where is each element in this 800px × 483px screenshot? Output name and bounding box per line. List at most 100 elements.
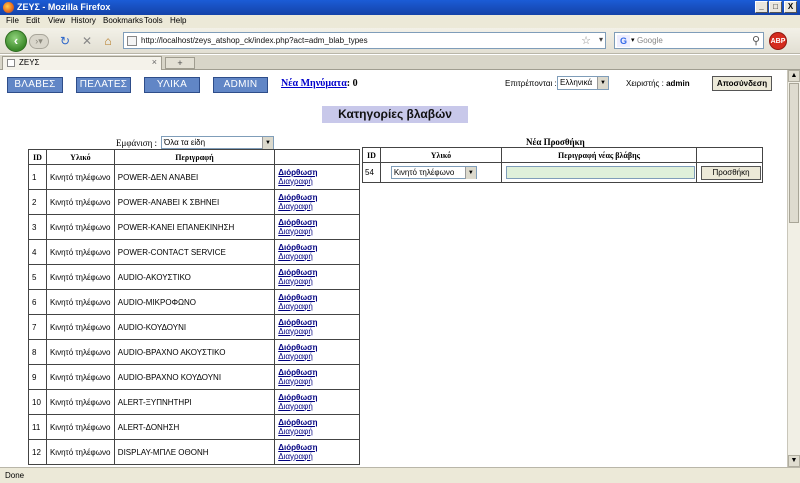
row-description: AUDIO-ΒΡΑΧΝΟ ΑΚΟΥΣΤΙΚΟ [113,339,276,365]
url-dropdown-icon[interactable]: ▾ [599,35,603,44]
row-id: 5 [28,264,47,290]
filter-select[interactable]: Όλα τα είδη ▼ [161,136,274,149]
delete-link[interactable]: Διαγραφή [278,327,359,336]
menu-edit[interactable]: Edit [26,16,40,25]
delete-link[interactable]: Διαγραφή [278,402,359,411]
delete-link[interactable]: Διαγραφή [278,277,359,286]
edit-link[interactable]: Διόρθωση [278,368,359,377]
menu-view[interactable]: View [48,16,65,25]
row-material: Κινητό τηλέφωνο [45,439,115,465]
table-row: 11 Κινητό τηλέφωνο ALERT-ΔΟΝΗΣΗ Διόρθωση Δια… [28,414,360,440]
edit-link[interactable]: Διόρθωση [278,343,359,352]
close-tab-icon[interactable]: × [152,57,157,67]
edit-link[interactable]: Διόρθωση [278,443,359,452]
edit-link[interactable]: Διόρθωση [278,193,359,202]
table-row: 10 Κινητό τηλέφωνο ALERT-ΞΥΠΝΗΤΗΡΙ Διόρθωση… [28,389,360,415]
edit-link[interactable]: Διόρθωση [278,318,359,327]
user-name: admin [666,79,690,88]
window-title: ΖΕΥΣ - Mozilla Firefox [17,2,111,12]
row-material: Κινητό τηλέφωνο [45,339,115,365]
menu-bookmarks[interactable]: Bookmarks [103,16,143,25]
row-description: POWER-ΑΝΑΒΕΙ Κ ΣΒΗΝΕΙ [113,189,276,215]
add-button[interactable]: Προσθήκη [701,165,762,180]
delete-link[interactable]: Διαγραφή [278,302,359,311]
url-text: http://localhost/zeys_atshop_ck/index.ph… [141,36,368,45]
browser-tab[interactable]: ΖΕΥΣ × [2,56,162,70]
menu-history[interactable]: History [71,16,96,25]
row-description: DISPLAY-ΜΠΛΕ ΟΘΟΝΗ [113,439,276,465]
row-actions: Διόρθωση Διαγραφή [274,389,360,415]
row-material: Κινητό τηλέφωνο [45,264,115,290]
delete-link[interactable]: Διαγραφή [278,177,359,186]
table-row: 2 Κινητό τηλέφωνο POWER-ΑΝΑΒΕΙ Κ ΣΒΗΝΕΙ Διό… [28,189,360,215]
delete-link[interactable]: Διαγραφή [278,252,359,261]
delete-link[interactable]: Διαγραφή [278,377,359,386]
new-messages-link[interactable]: Νέα Μηνύματα [281,78,347,89]
row-material: Κινητό τηλέφωνο [45,314,115,340]
edit-link[interactable]: Διόρθωση [278,268,359,277]
row-actions: Διόρθωση Διαγραφή [274,289,360,315]
menu-file[interactable]: File [6,16,19,25]
table-row: 5 Κινητό τηλέφωνο AUDIO-ΑΚΟΥΣΤΙΚΟ Διόρθωση Δ… [28,264,360,290]
status-text: Done [5,471,25,480]
stop-icon[interactable]: ✕ [80,34,94,48]
scroll-up-icon[interactable]: ▲ [788,70,800,82]
edit-link[interactable]: Διόρθωση [278,218,359,227]
language-select[interactable]: Ελληνικά ▼ [557,76,609,90]
new-tab-button[interactable]: + [165,57,195,69]
forward-button[interactable]: ›▾ [29,34,49,49]
tab-favicon-icon [7,59,15,67]
row-id: 1 [28,164,47,190]
home-icon[interactable]: ⌂ [101,34,115,48]
row-actions: Διόρθωση Διαγραφή [274,339,360,365]
back-button[interactable]: ‹ [5,30,27,52]
url-bar[interactable]: http://localhost/zeys_atshop_ck/index.ph… [123,32,606,49]
close-window-button[interactable]: X [784,1,797,13]
nav-button-admin[interactable]: ADMIN [213,77,268,93]
menu-help[interactable]: Help [170,16,186,25]
chevron-down-icon: ▼ [262,137,273,149]
window-titlebar: ΖΕΥΣ - Mozilla Firefox _ □ X [0,0,800,15]
row-description: AUDIO-ΑΚΟΥΣΤΙΚΟ [113,264,276,290]
search-input[interactable]: Google [637,36,663,45]
delete-link[interactable]: Διαγραφή [278,227,359,236]
scroll-thumb[interactable] [789,83,799,223]
google-icon[interactable]: G [617,35,630,47]
nav-button-customers[interactable]: ΠΕΛΑΤΕΣ [76,77,131,93]
edit-link[interactable]: Διόρθωση [278,393,359,402]
row-id: 11 [28,414,47,440]
scroll-down-icon[interactable]: ▼ [788,455,800,467]
filter-value: Όλα τα είδη [164,138,206,147]
language-label: Επιτρέπονται : [505,79,557,88]
adblock-icon[interactable]: ABP [769,32,787,50]
row-description: POWER-CONTACT SERVICE [113,239,276,265]
col-header-material: Υλικό [45,149,115,165]
menu-tools[interactable]: Tools [144,16,163,25]
logout-button[interactable]: Αποσύνδεση [712,76,772,91]
new-entry-id: 54 [362,162,381,183]
reload-icon[interactable]: ↻ [58,34,72,48]
delete-link[interactable]: Διαγραφή [278,452,359,461]
delete-link[interactable]: Διαγραφή [278,427,359,436]
minimize-button[interactable]: _ [755,1,768,13]
search-engine-dropdown-icon[interactable]: ▾ [631,36,635,44]
maximize-button[interactable]: □ [769,1,782,13]
search-icon[interactable]: ⚲ [752,34,760,47]
edit-link[interactable]: Διόρθωση [278,243,359,252]
edit-link[interactable]: Διόρθωση [278,293,359,302]
vertical-scrollbar[interactable]: ▲ ▼ [787,70,800,467]
col-header-actions [274,149,360,165]
search-bar[interactable]: G ▾ Google ⚲ [614,32,764,49]
page-favicon-icon [127,36,137,46]
delete-link[interactable]: Διαγραφή [278,352,359,361]
row-actions: Διόρθωση Διαγραφή [274,264,360,290]
bookmark-star-icon[interactable]: ☆ [581,34,591,47]
table-row: 8 Κινητό τηλέφωνο AUDIO-ΒΡΑΧΝΟ ΑΚΟΥΣΤΙΚΟ Δι… [28,339,360,365]
new-description-input[interactable] [506,166,696,179]
new-material-select[interactable]: Κινητό τηλέφωνο ▼ [390,166,477,179]
edit-link[interactable]: Διόρθωση [278,168,359,177]
delete-link[interactable]: Διαγραφή [278,202,359,211]
edit-link[interactable]: Διόρθωση [278,418,359,427]
nav-button-faults[interactable]: ΒΛΑΒΕΣ [7,77,63,93]
nav-button-materials[interactable]: ΥΛΙΚΑ [144,77,200,93]
